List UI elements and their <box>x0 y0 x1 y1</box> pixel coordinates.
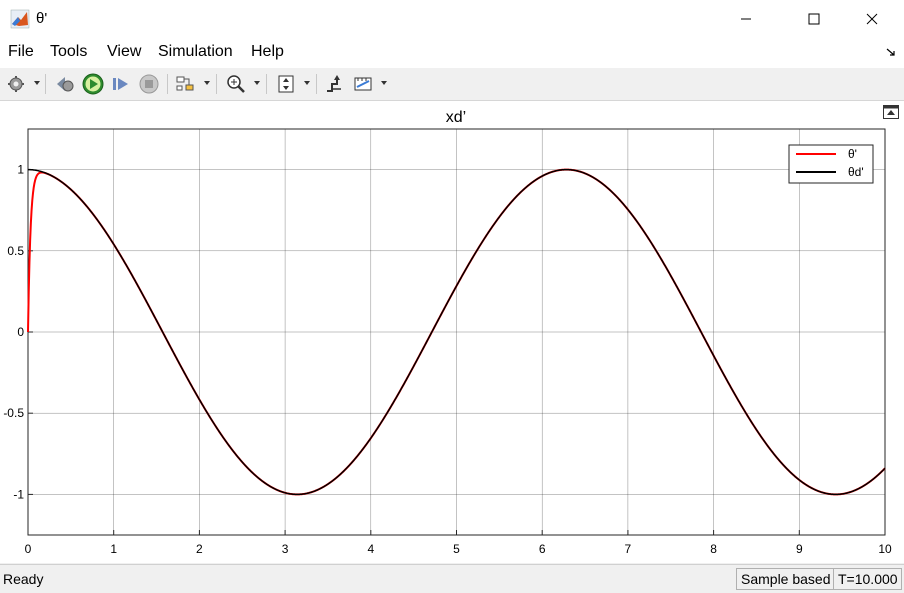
minimize-icon <box>741 18 751 20</box>
chevron-down-icon[interactable] <box>381 81 387 85</box>
legend[interactable]: θ' θd' <box>788 144 874 184</box>
zoom-in-icon <box>227 75 245 93</box>
maximize-button[interactable] <box>791 0 837 38</box>
x-tick-label: 1 <box>110 542 117 556</box>
y-tick-label: 0 <box>17 325 24 339</box>
close-icon <box>866 13 878 25</box>
menu-bar: File Tools View Simulation Help <box>0 38 904 68</box>
title-bar: θ' <box>0 0 904 39</box>
menu-help[interactable]: Help <box>251 43 284 61</box>
status-bar: Ready Sample based T=10.000 <box>0 564 904 593</box>
simulink-trigger-icon <box>327 75 341 92</box>
scope-display: xd’ 0 1 2 3 4 5 6 7 8 9 10 -1 -0.5 0 0.5 1 θ' θd' <box>0 101 904 563</box>
menu-tools[interactable]: Tools <box>50 43 87 61</box>
toolbar <box>0 68 904 101</box>
toolbar-divider <box>45 74 46 94</box>
menu-simulation[interactable]: Simulation <box>158 43 233 61</box>
step-forward-button[interactable] <box>110 72 132 96</box>
stop-button[interactable] <box>138 72 160 96</box>
legend-label-theta: θ' <box>848 147 857 161</box>
highlight-in-model-icon <box>176 76 194 91</box>
chart-title: xd’ <box>446 109 466 126</box>
y-tick-label: 0.5 <box>7 244 24 258</box>
stop-icon <box>139 74 159 94</box>
window-title: θ' <box>36 10 48 27</box>
x-tick-label: 0 <box>25 542 32 556</box>
dock-arrow-icon[interactable] <box>886 47 896 57</box>
line-chart[interactable]: xd’ 0 1 2 3 4 5 6 7 8 9 10 -1 -0.5 0 0.5 1 θ' θd' <box>0 101 904 563</box>
step-back-button[interactable] <box>54 72 76 96</box>
step-back-icon <box>57 77 74 92</box>
close-button[interactable] <box>849 0 895 38</box>
configuration-properties-button[interactable] <box>5 72 27 96</box>
minimize-button[interactable] <box>723 0 769 38</box>
menu-view[interactable]: View <box>107 43 141 61</box>
zoom-button[interactable] <box>225 72 247 96</box>
maximize-icon <box>808 13 820 25</box>
x-tick-label: 4 <box>367 542 374 556</box>
y-tick-label: -0.5 <box>3 406 24 420</box>
triggers-button[interactable] <box>323 72 345 96</box>
matlab-logo-icon <box>10 9 30 29</box>
x-tick-label: 3 <box>282 542 289 556</box>
step-forward-icon <box>113 78 128 90</box>
autoscale-icon <box>278 75 294 93</box>
run-icon <box>82 73 104 95</box>
y-tick-label: 1 <box>17 163 24 177</box>
toolbar-divider <box>266 74 267 94</box>
toolbar-divider <box>316 74 317 94</box>
legend-label-thetad: θd' <box>848 165 864 179</box>
gear-icon <box>8 76 24 92</box>
x-tick-label: 5 <box>453 542 460 556</box>
autoscale-button[interactable] <box>275 72 297 96</box>
x-tick-label: 9 <box>796 542 803 556</box>
measurements-icon <box>354 77 372 91</box>
chevron-down-icon[interactable] <box>204 81 210 85</box>
undock-icon[interactable] <box>883 105 899 119</box>
chevron-down-icon[interactable] <box>304 81 310 85</box>
run-button[interactable] <box>81 72 105 96</box>
chevron-down-icon[interactable] <box>254 81 260 85</box>
y-tick-label: -1 <box>13 487 24 501</box>
x-tick-label: 2 <box>196 542 203 556</box>
x-tick-label: 10 <box>878 542 892 556</box>
x-tick-label: 6 <box>539 542 546 556</box>
toolbar-divider <box>167 74 168 94</box>
measurements-button[interactable] <box>352 72 374 96</box>
menu-file[interactable]: File <box>8 43 34 61</box>
sample-based-indicator: Sample based <box>736 568 834 590</box>
x-tick-label: 7 <box>625 542 632 556</box>
toolbar-divider <box>216 74 217 94</box>
status-ready-text: Ready <box>3 571 44 587</box>
chevron-down-icon[interactable] <box>34 81 40 85</box>
x-tick-label: 8 <box>710 542 717 556</box>
simulation-time: T=10.000 <box>833 568 902 590</box>
highlight-in-model-button[interactable] <box>174 72 196 96</box>
